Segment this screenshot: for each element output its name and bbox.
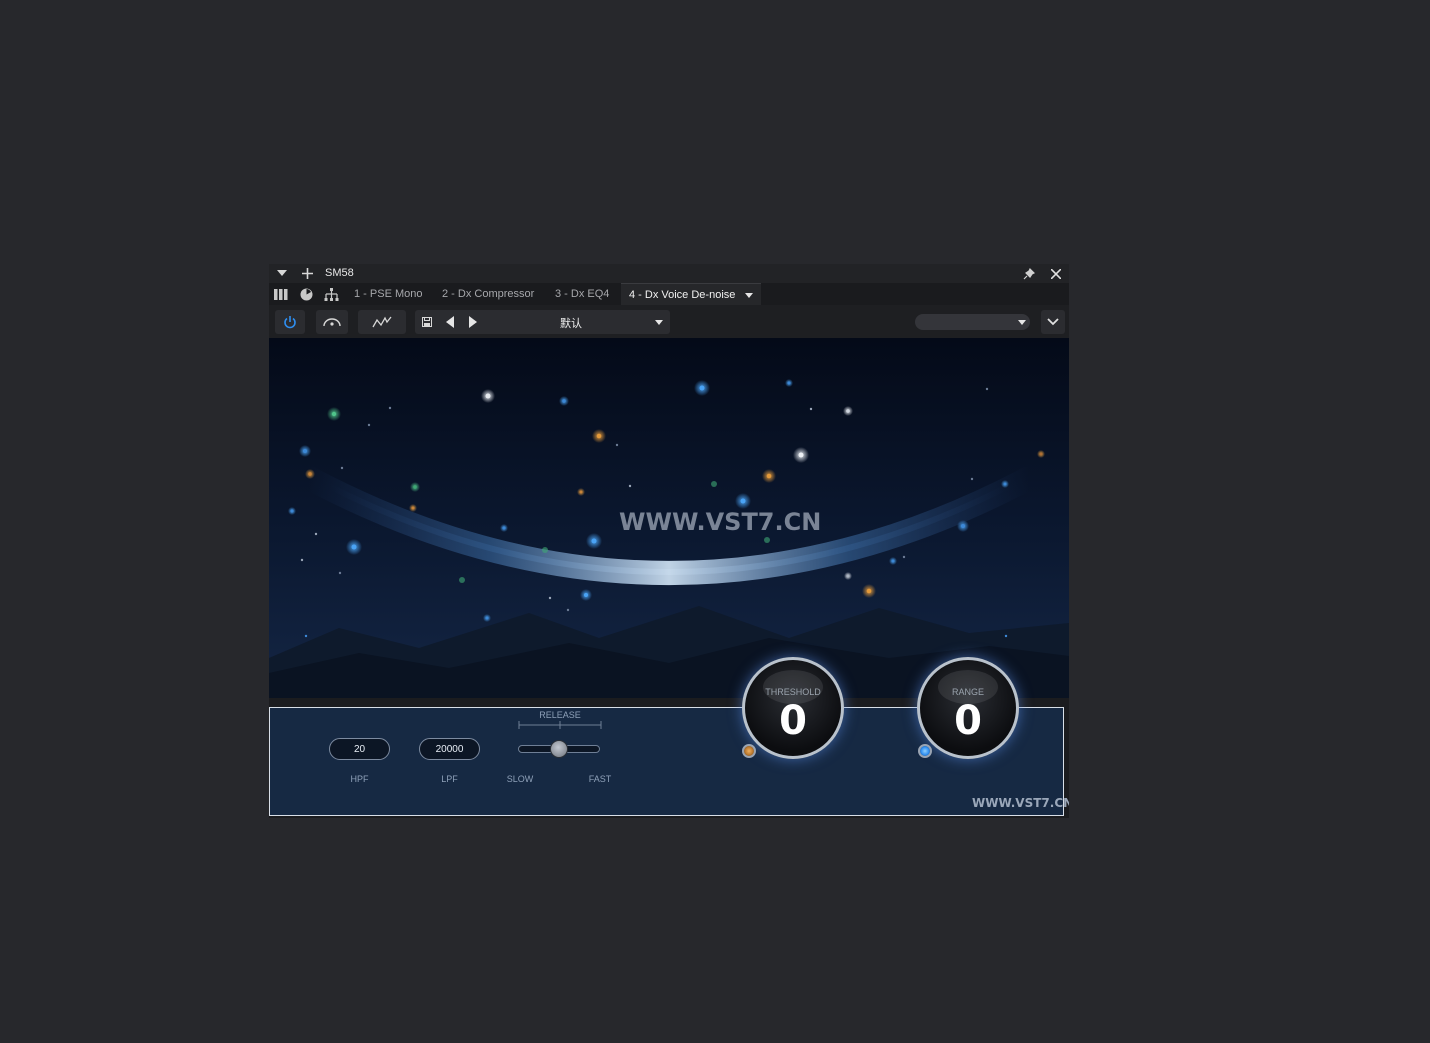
close-icon[interactable] <box>1049 264 1063 283</box>
tab-dx-eq4[interactable]: 3 - Dx EQ4 <box>555 283 609 305</box>
chevron-down-icon[interactable] <box>275 264 289 283</box>
meter-icon[interactable] <box>298 286 314 302</box>
hpf-field[interactable]: 20 <box>329 738 390 760</box>
range-indicator[interactable] <box>918 744 932 758</box>
plugin-toolbar: 默认 <box>269 305 1069 338</box>
right-dropdown[interactable] <box>915 314 1030 330</box>
lpf-field[interactable]: 20000 <box>419 738 480 760</box>
threshold-label: THRESHOLD <box>765 687 821 697</box>
tab-dx-voice-denoise[interactable]: 4 - Dx Voice De-noise <box>621 283 762 305</box>
threshold-indicator[interactable] <box>742 744 756 758</box>
routing-icon[interactable] <box>324 286 340 302</box>
preset-name: 默认 <box>560 318 582 330</box>
prev-arrow-icon[interactable] <box>446 316 455 328</box>
chevron-down-icon <box>1047 318 1059 326</box>
curve-button[interactable] <box>358 310 406 334</box>
curve-icon <box>372 316 392 328</box>
tab-dx-compressor[interactable]: 2 - Dx Compressor <box>442 283 534 305</box>
range-label: RANGE <box>951 687 984 697</box>
save-icon[interactable] <box>422 317 432 327</box>
title-bar: SM58 <box>269 264 1069 283</box>
plus-icon[interactable] <box>300 264 314 283</box>
threshold-value: 0 <box>779 698 807 744</box>
power-button[interactable] <box>275 310 305 334</box>
columns-icon[interactable] <box>273 286 289 302</box>
release-slow-label: SLOW <box>506 774 534 784</box>
plugin-tab-bar: 1 - PSE Mono 2 - Dx Compressor 3 - Dx EQ… <box>269 283 1069 305</box>
chevron-down-icon <box>1018 320 1026 325</box>
plugin-gui: WWW.VST7.CN 20 HPF 20000 LPF RELEASE SLO… <box>269 338 1069 818</box>
arc-icon <box>323 318 341 327</box>
footer-watermark: WWW.VST7.CN <box>972 796 1069 810</box>
watermark: WWW.VST7.CN <box>619 508 822 536</box>
pin-icon[interactable] <box>1022 264 1036 283</box>
plugin-window: SM58 1 - PSE Mono 2 - Dx Compressor 3 - … <box>269 264 1069 818</box>
tab-dx-voice-denoise-label: 4 - Dx Voice De-noise <box>629 289 736 301</box>
arc-button[interactable] <box>316 310 348 334</box>
release-slider-thumb[interactable] <box>550 740 568 758</box>
hpf-label: HPF <box>350 774 369 784</box>
preset-selector[interactable]: 默认 <box>415 310 670 334</box>
range-knob[interactable]: RANGE 0 <box>917 657 1019 759</box>
release-scale <box>518 721 602 729</box>
release-fast-label: FAST <box>588 774 612 784</box>
range-value: 0 <box>954 698 982 744</box>
lpf-label: LPF <box>441 774 458 784</box>
expand-button[interactable] <box>1041 310 1065 334</box>
release-slider[interactable] <box>518 740 600 758</box>
window-title: SM58 <box>325 267 354 279</box>
chevron-down-icon[interactable] <box>655 320 663 325</box>
next-arrow-icon[interactable] <box>469 316 478 328</box>
release-label: RELEASE <box>539 710 581 720</box>
starfield-display: WWW.VST7.CN <box>269 338 1069 698</box>
power-icon <box>284 316 296 329</box>
threshold-knob[interactable]: THRESHOLD 0 <box>742 657 844 759</box>
tab-pse-mono[interactable]: 1 - PSE Mono <box>354 283 422 305</box>
chevron-down-icon[interactable] <box>745 292 754 298</box>
